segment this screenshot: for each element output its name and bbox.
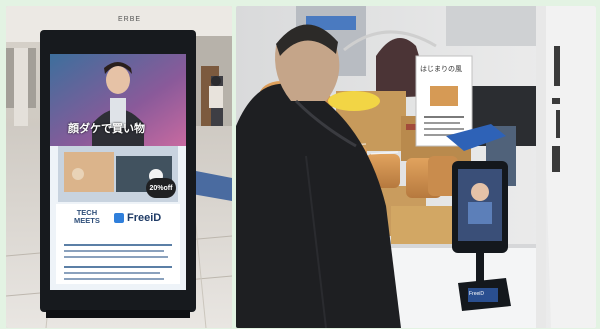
bakery-scene <box>236 6 596 328</box>
tech-meets-logo: TECH MEETS <box>74 209 100 225</box>
mall-scene <box>6 6 232 328</box>
signage-headline: 顔ダケで買い物 <box>68 122 145 135</box>
discount-text: 20%off <box>149 184 173 192</box>
freeid-label: FreeiD <box>127 212 162 224</box>
tech-meets-line2: MEETS <box>74 216 100 225</box>
mall-sign: ERBE <box>118 16 142 23</box>
freeid-face-icon <box>114 213 124 223</box>
shop-sign-title: はじまりの風 <box>420 65 462 73</box>
freeid-logo: FreeiD <box>114 212 161 224</box>
right-photo: はじまりの風 FreeiD <box>236 6 596 328</box>
kiosk-freeid-label: FreeiD <box>469 291 485 297</box>
left-photo: ERBE 顔ダケで買い物 20%off TECH MEETS FreeiD <box>6 6 232 328</box>
discount-badge: 20%off <box>146 178 176 198</box>
